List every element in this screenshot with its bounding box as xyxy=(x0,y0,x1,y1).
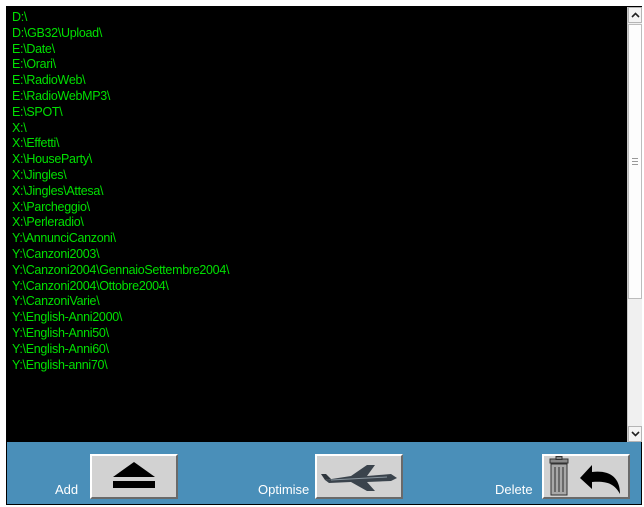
folder-path-item[interactable]: X:\Jingles\Attesa\ xyxy=(12,184,624,200)
scroll-thumb[interactable] xyxy=(628,24,642,299)
eject-icon xyxy=(113,462,155,488)
folder-path-item[interactable]: E:\RadioWeb\ xyxy=(12,73,624,89)
vertical-scrollbar[interactable] xyxy=(627,7,642,442)
folder-path-item[interactable]: Y:\CanzoniVarie\ xyxy=(12,294,624,310)
folder-path-item[interactable]: Y:\English-Anni2000\ xyxy=(12,310,624,326)
folder-path-item[interactable]: Y:\AnnunciCanzoni\ xyxy=(12,231,624,247)
folder-manager-window: D:\ D:\GB32\Upload\ E:\Date\ E:\Orari\ E:\Ra… xyxy=(6,6,642,505)
folder-path-item[interactable]: Y:\English-Anni60\ xyxy=(12,342,624,358)
folder-path-item[interactable]: X:\Jingles\ xyxy=(12,168,624,184)
folder-path-item[interactable]: Y:\English-anni70\ xyxy=(12,358,624,374)
folder-path-item[interactable]: X:\Effetti\ xyxy=(12,136,624,152)
scroll-down-button[interactable] xyxy=(628,426,642,442)
folder-path-item[interactable]: X:\Perleradio\ xyxy=(12,215,624,231)
trash-undo-icon xyxy=(549,456,620,496)
folder-path-item[interactable]: E:\Date\ xyxy=(12,42,624,58)
folder-path-item[interactable]: E:\RadioWebMP3\ xyxy=(12,89,624,105)
folder-path-item[interactable]: Y:\Canzoni2004\GennaioSettembre2004\ xyxy=(12,263,624,279)
folder-list-items: D:\ D:\GB32\Upload\ E:\Date\ E:\Orari\ E:\Ra… xyxy=(12,10,624,373)
folder-path-item[interactable]: X:\ xyxy=(12,121,624,137)
folder-path-item[interactable]: Y:\Canzoni2004\Ottobre2004\ xyxy=(12,279,624,295)
folder-path-item[interactable]: Y:\Canzoni2003\ xyxy=(12,247,624,263)
folder-path-item[interactable]: X:\Parcheggio\ xyxy=(12,200,624,216)
delete-button[interactable] xyxy=(542,454,630,499)
chevron-up-icon xyxy=(630,12,640,18)
add-button[interactable] xyxy=(90,454,178,499)
delete-label: Delete xyxy=(495,482,533,497)
jet-plane-icon xyxy=(321,465,397,491)
folder-path-item[interactable]: E:\SPOT\ xyxy=(12,105,624,121)
folder-path-item[interactable]: X:\HouseParty\ xyxy=(12,152,624,168)
grip-icon xyxy=(632,158,638,165)
chevron-down-icon xyxy=(630,431,640,437)
optimise-label: Optimise xyxy=(258,482,310,497)
folder-list[interactable]: D:\ D:\GB32\Upload\ E:\Date\ E:\Orari\ E:\Ra… xyxy=(7,7,627,442)
scroll-up-button[interactable] xyxy=(628,7,642,23)
folder-path-item[interactable]: E:\Orari\ xyxy=(12,57,624,73)
optimise-button[interactable] xyxy=(315,454,403,499)
folder-path-item[interactable]: D:\ xyxy=(12,10,624,26)
bottom-toolbar: Add Optimise Delete xyxy=(7,442,641,504)
add-label: Add xyxy=(55,482,79,497)
folder-path-item[interactable]: Y:\English-Anni50\ xyxy=(12,326,624,342)
folder-path-item[interactable]: D:\GB32\Upload\ xyxy=(12,26,624,42)
